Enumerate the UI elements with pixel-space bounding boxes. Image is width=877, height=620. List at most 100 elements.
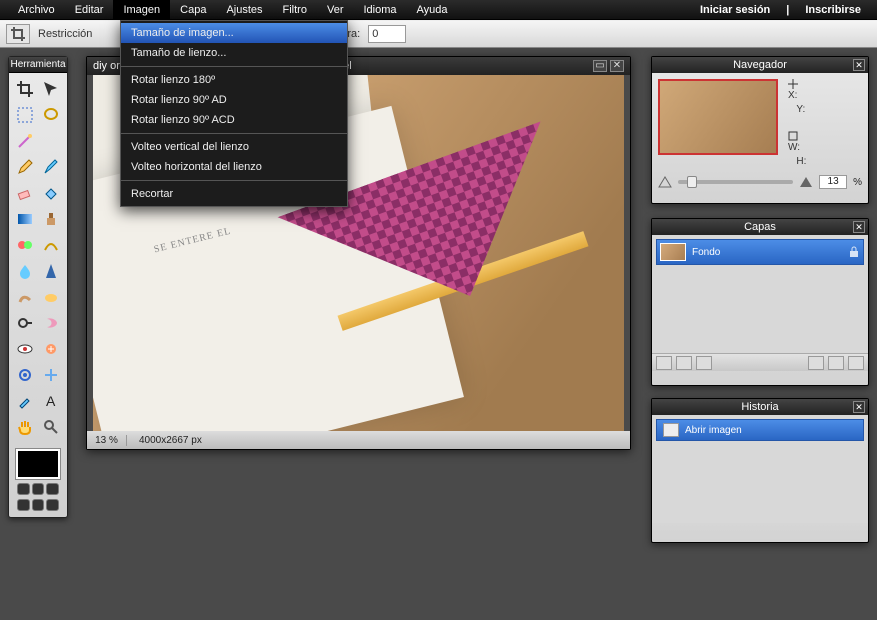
zoom-in-icon[interactable] bbox=[799, 176, 813, 188]
layers-footer bbox=[652, 353, 868, 371]
bloat-tool-icon[interactable] bbox=[13, 363, 37, 387]
navigator-zoom-unit: % bbox=[853, 177, 862, 188]
type-tool-icon[interactable]: A bbox=[39, 389, 63, 413]
pencil-tool-icon[interactable] bbox=[13, 155, 37, 179]
burn-tool-icon[interactable] bbox=[39, 311, 63, 335]
menu-separator: | bbox=[778, 4, 797, 16]
new-layer-icon[interactable] bbox=[808, 356, 824, 370]
dd-recortar[interactable]: Recortar bbox=[121, 184, 347, 204]
menu-ayuda[interactable]: Ayuda bbox=[407, 0, 458, 20]
move-tool-icon[interactable] bbox=[39, 77, 63, 101]
layer-settings-icon[interactable] bbox=[656, 356, 672, 370]
login-link[interactable]: Iniciar sesión bbox=[692, 4, 778, 16]
delete-layer-icon[interactable] bbox=[828, 356, 844, 370]
swatch-mini[interactable] bbox=[17, 499, 30, 511]
bucket-tool-icon[interactable] bbox=[39, 181, 63, 205]
zoom-slider[interactable] bbox=[678, 180, 793, 184]
menu-ajustes[interactable]: Ajustes bbox=[216, 0, 272, 20]
gradient-tool-icon[interactable] bbox=[13, 207, 37, 231]
history-label: Abrir imagen bbox=[685, 425, 742, 436]
history-row[interactable]: Abrir imagen bbox=[656, 419, 864, 441]
zoom-out-icon[interactable] bbox=[658, 176, 672, 188]
navigator-thumbnail[interactable] bbox=[658, 79, 778, 155]
close-icon[interactable]: ✕ bbox=[853, 401, 865, 413]
menu-filtro[interactable]: Filtro bbox=[273, 0, 317, 20]
size-icon bbox=[788, 131, 798, 141]
navigator-title: Navegador ✕ bbox=[652, 57, 868, 73]
hand-tool-icon[interactable] bbox=[13, 415, 37, 439]
layer-row[interactable]: Fondo bbox=[656, 239, 864, 265]
crop-tool-icon[interactable] bbox=[13, 77, 37, 101]
swatch-mini[interactable] bbox=[46, 499, 59, 511]
dd-volteo-horizontal[interactable]: Volteo horizontal del lienzo bbox=[121, 157, 347, 177]
signup-link[interactable]: Inscribirse bbox=[797, 4, 869, 16]
layer-thumbnail bbox=[660, 243, 686, 261]
spot-heal-tool-icon[interactable] bbox=[39, 337, 63, 361]
blur-tool-icon[interactable] bbox=[13, 259, 37, 283]
menu-editar[interactable]: Editar bbox=[65, 0, 114, 20]
crosshair-icon bbox=[788, 79, 798, 89]
swatch-mini[interactable] bbox=[17, 483, 30, 495]
svg-text:A: A bbox=[46, 393, 56, 409]
layer-mask-icon[interactable] bbox=[676, 356, 692, 370]
swatch-mini[interactable] bbox=[32, 483, 45, 495]
menu-imagen[interactable]: Imagen bbox=[113, 0, 170, 20]
layers-panel: Capas ✕ Fondo bbox=[651, 218, 869, 386]
swatch-mini[interactable] bbox=[46, 483, 59, 495]
crop-option-icon[interactable] bbox=[6, 24, 30, 44]
dd-sep bbox=[121, 66, 347, 67]
close-icon[interactable]: ✕ bbox=[853, 59, 865, 71]
dd-sep bbox=[121, 133, 347, 134]
altura-input[interactable]: 0 bbox=[368, 25, 406, 43]
navigator-info: X: Y: W: H: bbox=[788, 79, 862, 169]
sharpen-tool-icon[interactable] bbox=[39, 259, 63, 283]
layers-menu-icon[interactable] bbox=[848, 356, 864, 370]
tools-panel: Herramienta A bbox=[8, 56, 68, 518]
layer-name: Fondo bbox=[692, 247, 842, 258]
close-icon[interactable]: ✕ bbox=[610, 60, 624, 72]
replace-color-tool-icon[interactable] bbox=[13, 233, 37, 257]
sponge-tool-icon[interactable] bbox=[39, 285, 63, 309]
clone-tool-icon[interactable] bbox=[39, 207, 63, 231]
brush-tool-icon[interactable] bbox=[39, 155, 63, 179]
zoom-value[interactable]: 13 % bbox=[87, 435, 127, 446]
menu-capa[interactable]: Capa bbox=[170, 0, 216, 20]
menubar: Archivo Editar Imagen Capa Ajustes Filtr… bbox=[0, 0, 877, 20]
close-icon[interactable]: ✕ bbox=[853, 221, 865, 233]
pinch-tool-icon[interactable] bbox=[39, 363, 63, 387]
dd-rotar-90ad[interactable]: Rotar lienzo 90º AD bbox=[121, 90, 347, 110]
eyedropper-tool-icon[interactable] bbox=[13, 389, 37, 413]
navigator-zoom-input[interactable]: 13 bbox=[819, 175, 847, 189]
restriccion-label: Restricción bbox=[38, 28, 92, 40]
history-title: Historia ✕ bbox=[652, 399, 868, 415]
menu-idioma[interactable]: Idioma bbox=[353, 0, 406, 20]
empty-tool bbox=[39, 129, 63, 153]
navigator-panel: Navegador ✕ X: Y: W: H: 13 % bbox=[651, 56, 869, 204]
wand-tool-icon[interactable] bbox=[13, 129, 37, 153]
swatch-mini[interactable] bbox=[32, 499, 45, 511]
dd-volteo-vertical[interactable]: Volteo vertical del lienzo bbox=[121, 137, 347, 157]
tools-title: Herramienta bbox=[9, 57, 67, 73]
image-dimensions: 4000x2667 px bbox=[127, 435, 214, 446]
zoom-tool-icon[interactable] bbox=[39, 415, 63, 439]
dd-sep bbox=[121, 180, 347, 181]
marquee-tool-icon[interactable] bbox=[13, 103, 37, 127]
dodge-tool-icon[interactable] bbox=[13, 311, 37, 335]
redeye-tool-icon[interactable] bbox=[13, 337, 37, 361]
open-image-icon bbox=[663, 423, 679, 437]
dd-rotar-90acd[interactable]: Rotar lienzo 90º ACD bbox=[121, 110, 347, 130]
dd-rotar-180[interactable]: Rotar lienzo 180º bbox=[121, 70, 347, 90]
draw-tool-icon[interactable] bbox=[39, 233, 63, 257]
menu-archivo[interactable]: Archivo bbox=[8, 0, 65, 20]
eraser-tool-icon[interactable] bbox=[13, 181, 37, 205]
dd-tamano-lienzo[interactable]: Tamaño de lienzo... bbox=[121, 43, 347, 63]
lock-icon bbox=[848, 246, 860, 258]
menu-ver[interactable]: Ver bbox=[317, 0, 354, 20]
smudge-tool-icon[interactable] bbox=[13, 285, 37, 309]
minimize-icon[interactable]: ▭ bbox=[593, 60, 607, 72]
foreground-color-swatch[interactable] bbox=[16, 449, 60, 479]
layer-style-icon[interactable] bbox=[696, 356, 712, 370]
color-swatches[interactable] bbox=[9, 443, 67, 517]
lasso-tool-icon[interactable] bbox=[39, 103, 63, 127]
dd-tamano-imagen[interactable]: Tamaño de imagen... bbox=[121, 23, 347, 43]
